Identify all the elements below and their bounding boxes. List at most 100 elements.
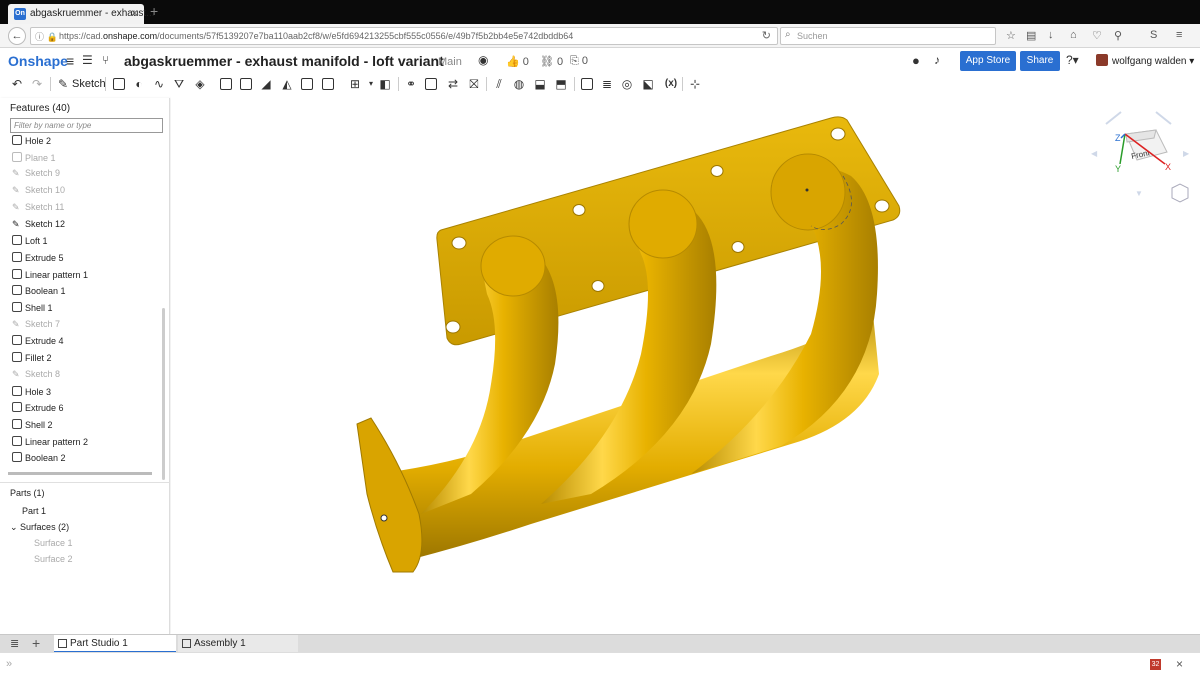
- links-count[interactable]: ⛓ 0: [540, 55, 563, 68]
- feature-item[interactable]: Shell 2: [12, 418, 53, 435]
- notifications-bell-icon[interactable]: ♪: [934, 53, 940, 67]
- feature-list-hscrollbar[interactable]: [8, 472, 152, 475]
- extrude-icon[interactable]: [113, 78, 125, 90]
- feature-item[interactable]: Loft 1: [12, 235, 48, 251]
- surface-item[interactable]: Surface 2: [34, 554, 73, 564]
- feature-item[interactable]: Linear pattern 2: [12, 435, 88, 452]
- home-icon[interactable]: ⌂: [1070, 29, 1077, 41]
- extension-icon[interactable]: ⚲: [1114, 29, 1122, 42]
- url-bar[interactable]: ⓘ 🔒 https://cad.onshape.com/documents/57…: [30, 27, 778, 45]
- branch-icon[interactable]: ⑂: [102, 53, 109, 67]
- likes-count[interactable]: 👍 0: [506, 55, 529, 68]
- feature-item[interactable]: ✎ Sketch 11: [12, 202, 64, 218]
- feature-item[interactable]: Extrude 5: [12, 251, 64, 268]
- hamburger-menu-icon[interactable]: ≡: [66, 53, 74, 69]
- pattern-dropdown-icon[interactable]: ▾: [364, 77, 378, 91]
- surface-item[interactable]: Surface 1: [34, 538, 73, 548]
- derived-icon[interactable]: ⬕: [641, 77, 655, 91]
- redo-icon[interactable]: ↷: [30, 77, 44, 91]
- user-name[interactable]: wolfgang walden ▾: [1112, 56, 1194, 67]
- mate-connector-icon[interactable]: ◎: [620, 77, 634, 91]
- hole-icon[interactable]: [322, 78, 334, 90]
- sketch-button[interactable]: Sketch: [72, 78, 106, 90]
- reload-icon[interactable]: ↻: [762, 29, 771, 42]
- globe-icon[interactable]: ◉: [478, 53, 488, 67]
- feature-item[interactable]: ✎ Sketch 12: [12, 219, 65, 235]
- feature-item[interactable]: Plane 1: [12, 151, 56, 168]
- browser-tab[interactable]: On abgaskruemmer - exhaust... ×: [8, 4, 155, 24]
- feature-item[interactable]: Fillet 2: [12, 352, 52, 368]
- feature-item[interactable]: Hole 2: [12, 135, 51, 151]
- notification-badge[interactable]: 32: [1150, 659, 1161, 670]
- document-title[interactable]: abgaskruemmer - exhaust manifold - loft …: [124, 53, 444, 69]
- shell-icon[interactable]: [301, 78, 313, 90]
- feature-item[interactable]: Extrude 6: [12, 402, 64, 418]
- sync-icon[interactable]: S: [1150, 29, 1157, 41]
- part-item[interactable]: Part 1: [22, 506, 46, 516]
- feature-item[interactable]: Shell 1: [12, 302, 53, 318]
- close-tab-icon[interactable]: ×: [131, 6, 138, 20]
- reading-list-icon[interactable]: ▤: [1026, 29, 1036, 42]
- feature-item[interactable]: ✎ Sketch 7: [12, 319, 60, 335]
- undo-icon[interactable]: ↶: [10, 77, 24, 91]
- split-icon[interactable]: [425, 78, 437, 90]
- comments-icon[interactable]: ●: [912, 53, 920, 68]
- bookmark-star-icon[interactable]: ☆: [1006, 29, 1016, 42]
- tab-list-icon[interactable]: ≣: [10, 637, 19, 650]
- feature-item[interactable]: Linear pattern 1: [12, 268, 88, 285]
- help-icon[interactable]: ?▾: [1066, 53, 1079, 67]
- graphics-viewport[interactable]: Front X Y Z ◀ ▶ ▼: [171, 94, 1200, 634]
- share-button[interactable]: Share: [1020, 51, 1060, 71]
- tab-part-studio[interactable]: Part Studio 1: [54, 635, 176, 653]
- back-button[interactable]: ←: [8, 27, 26, 45]
- surfaces-group[interactable]: ⌄ Surfaces (2): [10, 522, 69, 533]
- helix-icon[interactable]: ≣: [600, 77, 614, 91]
- feature-item[interactable]: ✎ Sketch 8: [12, 369, 60, 385]
- variable-icon[interactable]: (x): [662, 77, 680, 91]
- app-store-button[interactable]: App Store: [960, 51, 1016, 71]
- move-face-icon[interactable]: ⬓: [533, 77, 547, 91]
- onshape-logo[interactable]: Onshape: [8, 53, 68, 69]
- sketch-icon[interactable]: ✎: [56, 77, 70, 91]
- sweep-icon[interactable]: ∿: [152, 77, 166, 91]
- pocket-icon[interactable]: ♡: [1092, 29, 1102, 42]
- browser-search-input[interactable]: ⌕ Suchen: [780, 27, 996, 45]
- transform-icon[interactable]: ⇄: [446, 77, 460, 91]
- add-tab-icon[interactable]: +: [32, 635, 40, 651]
- feature-item[interactable]: ✎ Sketch 9: [12, 168, 60, 184]
- revolve-icon[interactable]: ◐: [132, 77, 146, 91]
- menu-icon[interactable]: ≡: [1176, 29, 1182, 41]
- chamfer-icon[interactable]: [240, 78, 252, 90]
- boolean-icon[interactable]: ⚭: [404, 77, 418, 91]
- manifold-model[interactable]: Front X Y Z ◀ ▶ ▼: [171, 94, 1200, 634]
- feature-list-scrollbar[interactable]: [162, 308, 165, 480]
- offset-surface-icon[interactable]: ⬒: [554, 77, 568, 91]
- versions-icon[interactable]: ☰: [82, 53, 93, 67]
- new-tab-icon[interactable]: +: [150, 3, 158, 19]
- mirror-icon[interactable]: ◧: [378, 77, 392, 91]
- feature-item[interactable]: Hole 3: [12, 385, 51, 402]
- download-icon[interactable]: ↓: [1048, 29, 1054, 41]
- feature-item[interactable]: Boolean 2: [12, 452, 66, 468]
- feature-item[interactable]: ✎ Sketch 10: [12, 185, 65, 201]
- rib-icon[interactable]: ◭: [280, 77, 294, 91]
- tab-assembly[interactable]: Assembly 1: [178, 635, 298, 653]
- expand-chevron-icon[interactable]: »: [6, 658, 12, 670]
- fillet-icon[interactable]: [220, 78, 232, 90]
- loft-icon[interactable]: ⛛: [172, 77, 186, 91]
- draft-icon[interactable]: ◢: [259, 77, 273, 91]
- add-custom-feature-icon[interactable]: ⊹: [688, 77, 702, 91]
- replace-face-icon[interactable]: ◍: [512, 77, 526, 91]
- view-cube[interactable]: Front X Y Z ◀ ▶ ▼: [1091, 111, 1190, 203]
- feature-filter-input[interactable]: Filter by name or type: [10, 118, 163, 133]
- modify-fillet-icon[interactable]: ⫽: [492, 77, 506, 91]
- copies-count[interactable]: ⎘ 0: [570, 55, 588, 68]
- plane-icon[interactable]: [581, 78, 593, 90]
- delete-part-icon[interactable]: ⛝: [467, 77, 481, 91]
- feature-item[interactable]: Boolean 1: [12, 285, 66, 301]
- thicken-icon[interactable]: ◈: [193, 77, 207, 91]
- linear-pattern-icon[interactable]: ⊞: [348, 77, 362, 91]
- close-icon[interactable]: ×: [1176, 657, 1183, 671]
- user-avatar[interactable]: [1096, 54, 1108, 66]
- feature-item[interactable]: Extrude 4: [12, 335, 64, 351]
